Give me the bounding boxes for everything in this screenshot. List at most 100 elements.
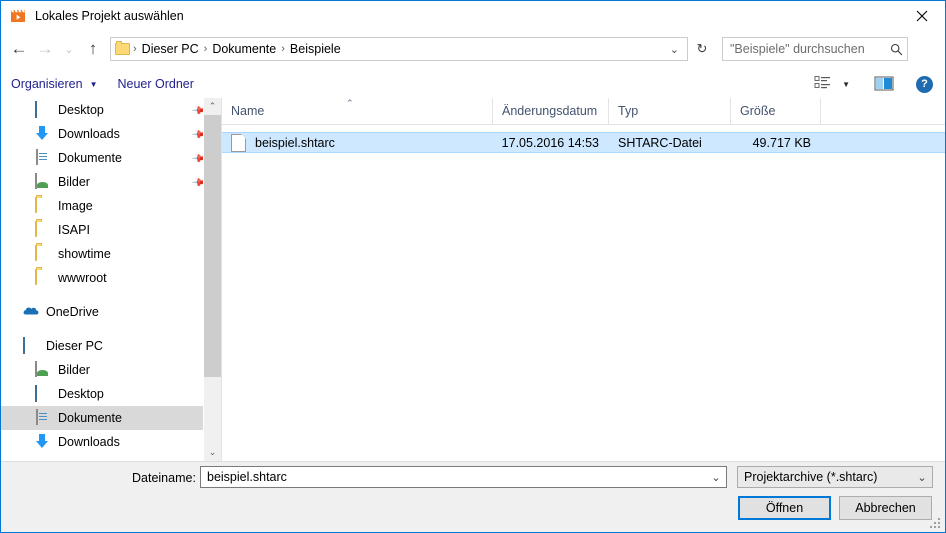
- pictures-icon: [35, 173, 51, 190]
- scroll-up-icon[interactable]: ⌃: [204, 98, 221, 115]
- file-list-pane: Name ⌃ Änderungsdatum Typ Größe beispiel…: [221, 98, 945, 461]
- navigation-scrollbar[interactable]: ⌃ ⌄: [203, 98, 221, 461]
- filename-input[interactable]: beispiel.shtarc: [201, 470, 706, 484]
- command-bar: Organisieren ▼ Neuer Ordner ▼ ?: [1, 70, 945, 99]
- resize-grip[interactable]: [930, 518, 942, 530]
- monitor-icon: [35, 101, 51, 118]
- back-button[interactable]: ←: [6, 36, 32, 62]
- cancel-button[interactable]: Abbrechen: [839, 496, 932, 520]
- sidebar-item-dokumente[interactable]: Dokumente 📌: [1, 146, 221, 170]
- chevron-down-icon[interactable]: ⌄: [662, 43, 687, 56]
- cloud-icon: [23, 304, 39, 320]
- up-button[interactable]: ↑: [80, 36, 106, 62]
- address-bar[interactable]: › Dieser PC › Dokumente › Beispiele ⌄: [110, 37, 688, 61]
- sidebar-item-label: ISAPI: [58, 223, 90, 237]
- help-icon[interactable]: ?: [916, 75, 933, 93]
- sidebar-item-showtime[interactable]: showtime: [1, 242, 221, 266]
- sidebar-item-isapi[interactable]: ISAPI: [1, 218, 221, 242]
- preview-pane-icon[interactable]: [874, 76, 896, 93]
- chevron-down-icon[interactable]: ⌄: [706, 471, 726, 484]
- column-header-size[interactable]: Größe: [731, 98, 821, 124]
- column-header-type[interactable]: Typ: [609, 98, 731, 124]
- sidebar-item-label: Downloads: [58, 127, 120, 141]
- chevron-down-icon[interactable]: ⌄: [912, 471, 932, 484]
- file-type-filter-value: Projektarchive (*.shtarc): [744, 470, 878, 484]
- folder-icon: [35, 269, 51, 286]
- sort-ascending-icon: ⌃: [346, 98, 354, 108]
- sidebar-item-pc-dokumente[interactable]: Dokumente: [1, 406, 221, 430]
- sidebar-item-pc-bilder[interactable]: Bilder: [1, 358, 221, 382]
- open-button[interactable]: Öffnen: [738, 496, 831, 520]
- window-title: Lokales Projekt auswählen: [35, 9, 184, 23]
- column-header-name[interactable]: Name ⌃: [222, 98, 493, 124]
- folder-icon: [35, 245, 51, 262]
- file-size: 49.717 KB: [752, 135, 811, 150]
- folder-icon: [35, 221, 51, 238]
- sidebar-item-pc-desktop[interactable]: Desktop: [1, 382, 221, 406]
- command-bar-right: ▼ ?: [814, 75, 945, 93]
- sidebar-divider: [1, 290, 221, 300]
- breadcrumb-item-0[interactable]: Dieser PC: [137, 42, 204, 56]
- pictures-icon: [35, 361, 51, 378]
- sidebar-divider: [1, 324, 221, 334]
- breadcrumb-item-1[interactable]: Dokumente: [207, 42, 281, 56]
- sidebar-item-label: Bilder: [58, 363, 90, 377]
- sidebar-item-label: Bilder: [58, 175, 90, 189]
- refresh-icon[interactable]: ↻: [690, 37, 714, 61]
- search-input[interactable]: "Beispiele" durchsuchen: [723, 42, 885, 56]
- folder-icon: [115, 41, 131, 56]
- navigation-pane: Desktop 📌 Downloads 📌 Dokumente 📌 Bilder…: [1, 98, 221, 461]
- download-icon: [35, 126, 51, 142]
- sidebar-item-wwwroot[interactable]: wwwroot: [1, 266, 221, 290]
- file-name: beispiel.shtarc: [255, 135, 335, 150]
- recent-locations-button[interactable]: ⌄: [58, 36, 80, 62]
- document-icon: [35, 409, 51, 426]
- search-box[interactable]: "Beispiele" durchsuchen: [722, 37, 908, 61]
- title-bar: Lokales Projekt auswählen: [1, 1, 945, 31]
- sidebar-item-dieser-pc[interactable]: Dieser PC: [1, 334, 221, 358]
- scrollbar-thumb[interactable]: [204, 115, 221, 377]
- file-type: SHTARC-Datei: [618, 135, 702, 150]
- forward-button[interactable]: →: [32, 36, 58, 62]
- file-icon: [231, 133, 246, 152]
- sidebar-item-downloads[interactable]: Downloads 📌: [1, 122, 221, 146]
- table-row[interactable]: beispiel.shtarc 17.05.2016 14:53 SHTARC-…: [222, 132, 945, 153]
- breadcrumb-item-2[interactable]: Beispiele: [285, 42, 346, 56]
- sidebar-item-label: Dokumente: [58, 411, 122, 425]
- sidebar-item-label: Desktop: [58, 103, 104, 117]
- clapperboard-icon: [10, 8, 26, 24]
- sidebar-item-pc-downloads[interactable]: Downloads: [1, 430, 221, 454]
- column-header-label: Name: [231, 104, 265, 118]
- sidebar-item-label: showtime: [58, 247, 111, 261]
- filename-label: Dateiname:: [132, 471, 196, 485]
- folder-icon: [35, 197, 51, 214]
- sidebar-item-image[interactable]: Image: [1, 194, 221, 218]
- monitor-icon: [35, 385, 51, 402]
- close-icon[interactable]: [899, 1, 945, 30]
- sidebar-item-onedrive[interactable]: OneDrive: [1, 300, 221, 324]
- filename-field[interactable]: beispiel.shtarc ⌄: [200, 466, 727, 488]
- column-headers: Name ⌃ Änderungsdatum Typ Größe: [222, 98, 945, 125]
- sidebar-item-label: Downloads: [58, 435, 120, 449]
- sidebar-item-bilder[interactable]: Bilder 📌: [1, 170, 221, 194]
- dialog-content: Desktop 📌 Downloads 📌 Dokumente 📌 Bilder…: [1, 98, 945, 461]
- file-type-filter[interactable]: Projektarchive (*.shtarc) ⌄: [737, 466, 933, 488]
- download-icon: [35, 434, 51, 450]
- scroll-down-icon[interactable]: ⌄: [204, 444, 221, 461]
- organize-label: Organisieren: [11, 77, 83, 91]
- file-open-dialog: Lokales Projekt auswählen ← → ⌄ ↑ › Dies…: [0, 0, 946, 533]
- chevron-down-icon[interactable]: ▼: [838, 80, 860, 89]
- sidebar-item-label: wwwroot: [58, 271, 107, 285]
- sidebar-item-label: Dokumente: [58, 151, 122, 165]
- organize-button[interactable]: Organisieren ▼: [1, 72, 108, 96]
- sidebar-item-label: Image: [58, 199, 93, 213]
- new-folder-button[interactable]: Neuer Ordner: [108, 72, 204, 96]
- monitor-icon: [23, 337, 39, 354]
- search-icon: [885, 43, 907, 56]
- sidebar-item-label: Dieser PC: [46, 339, 103, 353]
- column-header-modified[interactable]: Änderungsdatum: [493, 98, 609, 124]
- chevron-down-icon: ▼: [89, 79, 98, 89]
- sidebar-item-desktop[interactable]: Desktop 📌: [1, 98, 221, 122]
- document-icon: [35, 149, 51, 166]
- view-layout-icon[interactable]: [814, 75, 836, 93]
